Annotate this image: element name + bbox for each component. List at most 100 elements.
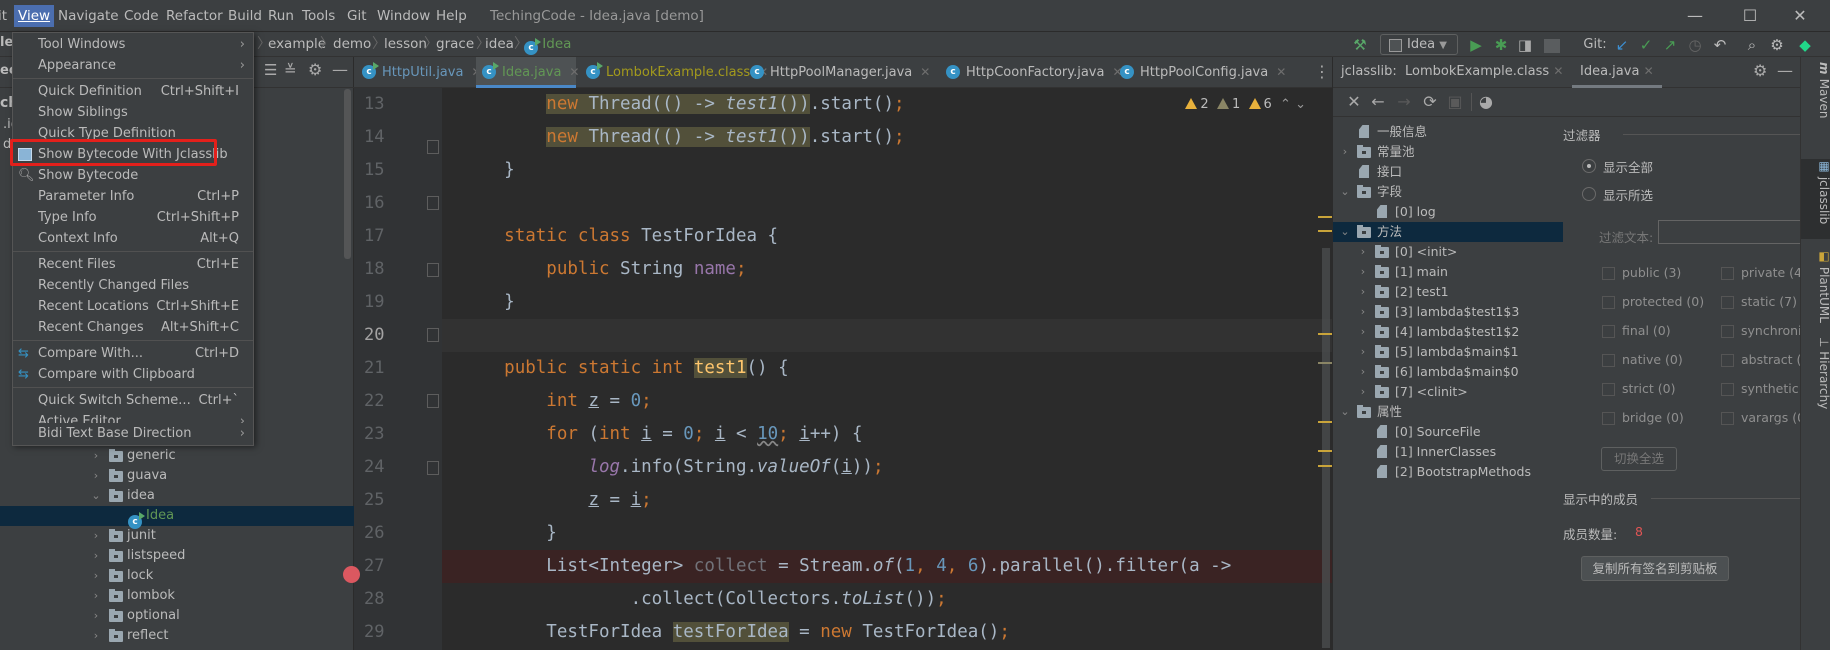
modifier-checkbox[interactable] [1602,412,1615,425]
menu-item-recent-changes[interactable]: Recent Changes Alt+Shift+C [13,317,253,338]
menu-item-quick-definition[interactable]: Quick Definition Ctrl+Shift+I [13,81,253,102]
coverage-icon[interactable]: ◨ [1515,35,1535,55]
menu-item-recently-changed-files[interactable]: Recently Changed Files [13,275,253,296]
menu-item-parameter-info[interactable]: Parameter Info Ctrl+P [13,186,253,207]
web-icon[interactable]: ◕ [1475,92,1497,111]
weak-warning-marker[interactable] [1318,362,1332,364]
jclasslib-tree-item[interactable]: › [6] lambda$main$0 [1333,362,1563,382]
tool-window-maven[interactable]: m Maven [1801,62,1830,157]
breakpoint-icon[interactable] [343,566,360,583]
show-selected-radio[interactable] [1582,187,1596,201]
menu-item-compare-clipboard[interactable]: ⇆ Compare with Clipboard [13,364,253,385]
copy-signatures-button[interactable]: 复制所有签名到剪贴板 [1581,556,1729,581]
tab-lombokexample[interactable]: cLombokExample.class✕ [580,57,768,88]
menu-item-appearance[interactable]: Appearance › [13,55,253,76]
settings-icon[interactable]: ⚙ [1767,35,1787,55]
warning-marker[interactable] [1318,465,1332,467]
menu-view[interactable]: View [14,5,55,27]
chevron-right-icon[interactable]: › [1357,322,1369,342]
modifier-checkbox[interactable] [1602,296,1615,309]
breadcrumb-class-idea[interactable]: c Idea [524,32,571,57]
tool-window-hierarchy[interactable]: ⊥ Hierarchy [1801,337,1830,427]
jclasslib-tree-item[interactable]: › [0] <init> [1333,242,1563,262]
chevron-right-icon[interactable]: › [1357,382,1369,402]
line-number[interactable]: 19 [364,286,404,319]
line-number[interactable]: 28 [364,583,404,616]
next-highlight-icon[interactable]: ⌄ [1295,97,1306,112]
jclasslib-tree-item[interactable]: [0] log [1333,202,1563,222]
chevron-down-icon[interactable]: ⌄ [1339,402,1351,422]
warning-marker[interactable] [1318,230,1332,232]
menu-build[interactable]: Build [224,5,266,27]
build-hammer-icon[interactable]: ⚒ [1350,35,1370,55]
jclasslib-tree-item[interactable]: › [2] test1 [1333,282,1563,302]
close-tab-icon[interactable]: ✕ [920,65,930,79]
tool-window-plantuml[interactable]: ◧ PlantUML [1801,249,1830,329]
tab-httppoolconfig[interactable]: c HttpPoolConfig.java ✕ [1114,57,1286,88]
jclasslib-tree-item[interactable]: › 常量池 [1333,142,1563,162]
line-number[interactable]: 24 [364,451,404,484]
line-number[interactable]: 17 [364,220,404,253]
menu-code[interactable]: Code [120,5,163,27]
modifier-checkbox[interactable] [1602,383,1615,396]
tree-item-idea-class[interactable]: c Idea [0,506,354,529]
collapse-all-icon[interactable]: ≚ [284,61,297,79]
tree-item-guava[interactable]: › guava [0,466,354,486]
run-icon[interactable]: ▶ [1466,35,1486,55]
run-configuration-select[interactable]: Idea ▼ [1380,34,1458,55]
close-tab-icon[interactable]: ✕ [1644,64,1654,78]
warning-marker[interactable] [1318,421,1332,423]
menu-item-context-info[interactable]: Context Info Alt+Q [13,228,253,249]
rollback-icon[interactable]: ↶ [1710,35,1730,55]
tree-item-lombok[interactable]: › lombok [0,586,354,606]
settings-icon[interactable]: ⚙ [1753,61,1767,80]
chevron-right-icon[interactable]: › [1357,342,1369,362]
breadcrumb-demo[interactable]: demo [333,32,371,57]
tool-window-jclasslib[interactable]: ▦ jclasslib [1801,159,1830,239]
fold-start-icon[interactable] [427,394,439,408]
tab-httpcoonfactory[interactable]: c HttpCoonFactory.java ✕ [940,57,1123,88]
line-number[interactable]: 29 [364,616,404,649]
tab-httputil[interactable]: cHttpUtil.java✕ [356,57,482,88]
more-tabs-icon[interactable]: ⋮ [1314,62,1330,81]
close-window-button[interactable]: ✕ [1785,4,1815,28]
git-commit-icon[interactable]: ✓ [1636,35,1656,55]
menu-item-quick-switch-scheme[interactable]: Quick Switch Scheme... Ctrl+` [13,390,253,411]
menu-help[interactable]: Help [432,5,471,27]
chevron-down-icon[interactable]: ⌄ [1339,222,1351,242]
close-tab-icon[interactable]: ✕ [1553,64,1563,78]
tab-idea[interactable]: c Idea.java ✕ [476,57,579,88]
line-number[interactable]: 25 [364,484,404,517]
tab-httppoolmanager[interactable]: c HttpPoolManager.java ✕ [744,57,930,88]
tree-item-reflect[interactable]: › reflect [0,626,354,646]
jclasslib-tree-item[interactable]: › [1] main [1333,262,1563,282]
warning-marker[interactable] [1318,216,1332,218]
jclasslib-tree-item[interactable]: ⌄ 字段 [1333,182,1563,202]
line-number[interactable]: 20 [364,319,404,352]
menu-git[interactable]: Git [343,5,371,27]
jclasslib-tree-item[interactable]: ⌄ 属性 [1333,402,1563,422]
warning-marker[interactable] [1318,450,1332,452]
menu-navigate[interactable]: Navigate [54,5,123,27]
hide-panel-icon[interactable]: — [1777,61,1793,80]
history-icon[interactable]: ◷ [1685,35,1705,55]
modifier-checkbox[interactable] [1602,354,1615,367]
line-number[interactable]: 23 [364,418,404,451]
fold-end-icon[interactable] [427,263,439,277]
line-number[interactable]: 16 [364,187,404,220]
chevron-right-icon[interactable]: › [1357,302,1369,322]
menu-item-recent-files[interactable]: Recent Files Ctrl+E [13,254,253,275]
jclasslib-tree-item[interactable]: › [7] <clinit> [1333,382,1563,402]
tree-item-listspeed[interactable]: › listspeed [0,546,354,566]
toggle-all-button[interactable]: 切换全选 [1601,447,1677,471]
error-stripe[interactable] [1318,88,1332,650]
menu-item-show-bytecode[interactable]: 🔍︎ Show Bytecode [13,165,253,186]
menu-item-type-info[interactable]: Type Info Ctrl+Shift+P [13,207,253,228]
menu-tools[interactable]: Tools [298,5,339,27]
line-number[interactable]: 26 [364,517,404,550]
tree-item-optional[interactable]: › optional [0,606,354,626]
toolbox-icon[interactable]: ◆ [1795,35,1815,55]
save-icon[interactable]: ▣ [1444,92,1466,111]
modifier-checkbox[interactable] [1721,412,1734,425]
line-number[interactable]: 13 [364,88,404,121]
